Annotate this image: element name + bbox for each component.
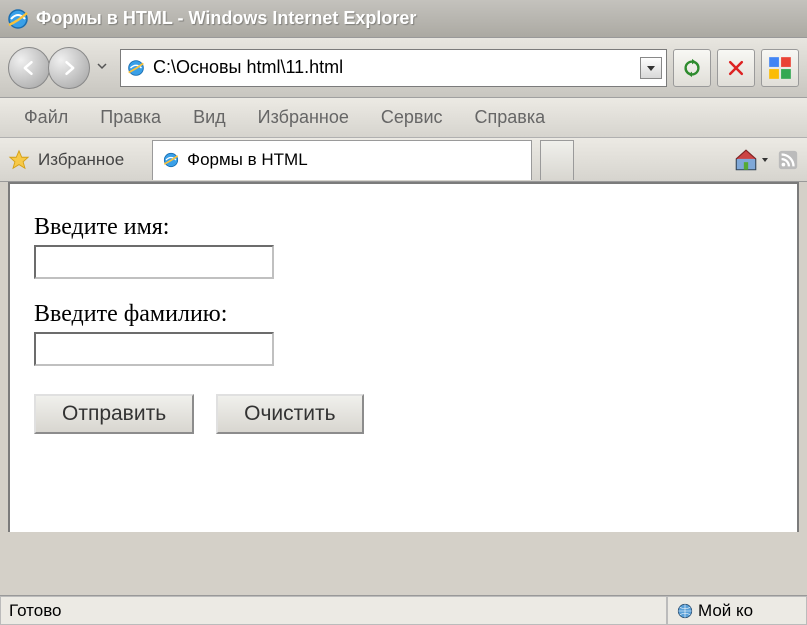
statusbar: Готово Мой ко: [0, 595, 807, 625]
url-input[interactable]: [153, 57, 634, 78]
window-title: Формы в HTML - Windows Internet Explorer: [36, 8, 416, 29]
navbar: [0, 38, 807, 98]
favorites-bar: Избранное Формы в HTML: [0, 138, 807, 182]
surname-label: Введите фамилию:: [34, 301, 773, 328]
surname-input[interactable]: [34, 332, 274, 366]
submit-button[interactable]: Отправить: [34, 394, 194, 434]
home-icon: [733, 147, 759, 173]
favorites-label[interactable]: Избранное: [38, 150, 124, 170]
menu-file[interactable]: Файл: [10, 101, 82, 134]
status-ready: Готово: [0, 596, 667, 625]
status-zone: Мой ко: [667, 596, 807, 625]
arrow-left-icon: [19, 58, 39, 78]
forward-button[interactable]: [48, 47, 90, 89]
close-icon: [726, 58, 746, 78]
name-label: Введите имя:: [34, 214, 773, 241]
chevron-down-icon: [96, 60, 108, 72]
menu-help[interactable]: Справка: [461, 101, 560, 134]
google-icon: [767, 55, 793, 81]
titlebar: Формы в HTML - Windows Internet Explorer: [0, 0, 807, 38]
address-dropdown[interactable]: [640, 57, 662, 79]
menu-view[interactable]: Вид: [179, 101, 240, 134]
active-tab[interactable]: Формы в HTML: [152, 140, 532, 180]
chevron-down-icon: [761, 156, 769, 164]
stop-button[interactable]: [717, 49, 755, 87]
arrow-right-icon: [59, 58, 79, 78]
tab-title: Формы в HTML: [187, 150, 308, 170]
button-row: Отправить Очистить: [34, 394, 773, 434]
nav-history-dropdown[interactable]: [96, 60, 114, 75]
page-icon: [125, 57, 147, 79]
command-bar: [733, 147, 799, 173]
menu-tools[interactable]: Сервис: [367, 101, 457, 134]
back-button[interactable]: [8, 47, 50, 89]
name-input[interactable]: [34, 245, 274, 279]
nav-arrows: [8, 47, 114, 89]
tab-page-icon: [161, 150, 181, 170]
rss-icon[interactable]: [777, 149, 799, 171]
menubar: Файл Правка Вид Избранное Сервис Справка: [0, 98, 807, 138]
menu-edit[interactable]: Правка: [86, 101, 175, 134]
globe-icon: [676, 602, 694, 620]
refresh-button[interactable]: [673, 49, 711, 87]
search-provider-button[interactable]: [761, 49, 799, 87]
chevron-down-icon: [645, 62, 657, 74]
reset-button[interactable]: Очистить: [216, 394, 363, 434]
page-content: Введите имя: Введите фамилию: Отправить …: [8, 182, 799, 532]
home-button[interactable]: [733, 147, 769, 173]
refresh-icon: [681, 57, 703, 79]
ie-logo-icon: [6, 7, 30, 31]
menu-favorites[interactable]: Избранное: [244, 101, 363, 134]
address-bar[interactable]: [120, 49, 667, 87]
zone-text: Мой ко: [698, 601, 753, 621]
new-tab-button[interactable]: [540, 140, 574, 180]
star-icon[interactable]: [8, 149, 30, 171]
status-text: Готово: [9, 601, 62, 621]
